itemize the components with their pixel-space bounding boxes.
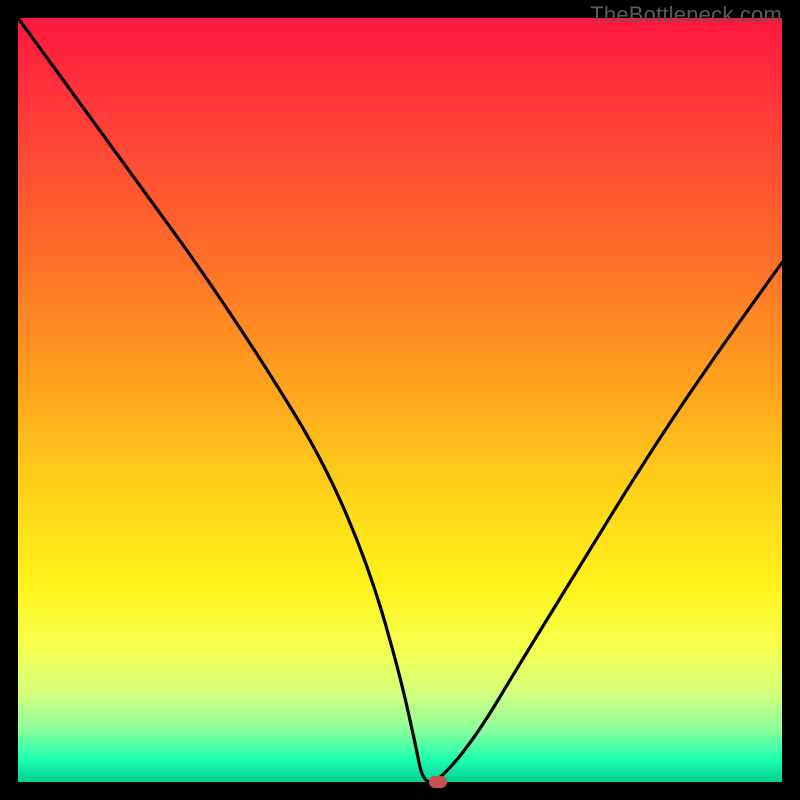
curve-svg xyxy=(18,18,782,782)
watermark-text: TheBottleneck.com xyxy=(590,2,782,28)
plot-area xyxy=(18,18,782,782)
bottleneck-curve xyxy=(18,18,782,782)
minimum-marker xyxy=(429,776,447,788)
chart-container: TheBottleneck.com xyxy=(0,0,800,800)
